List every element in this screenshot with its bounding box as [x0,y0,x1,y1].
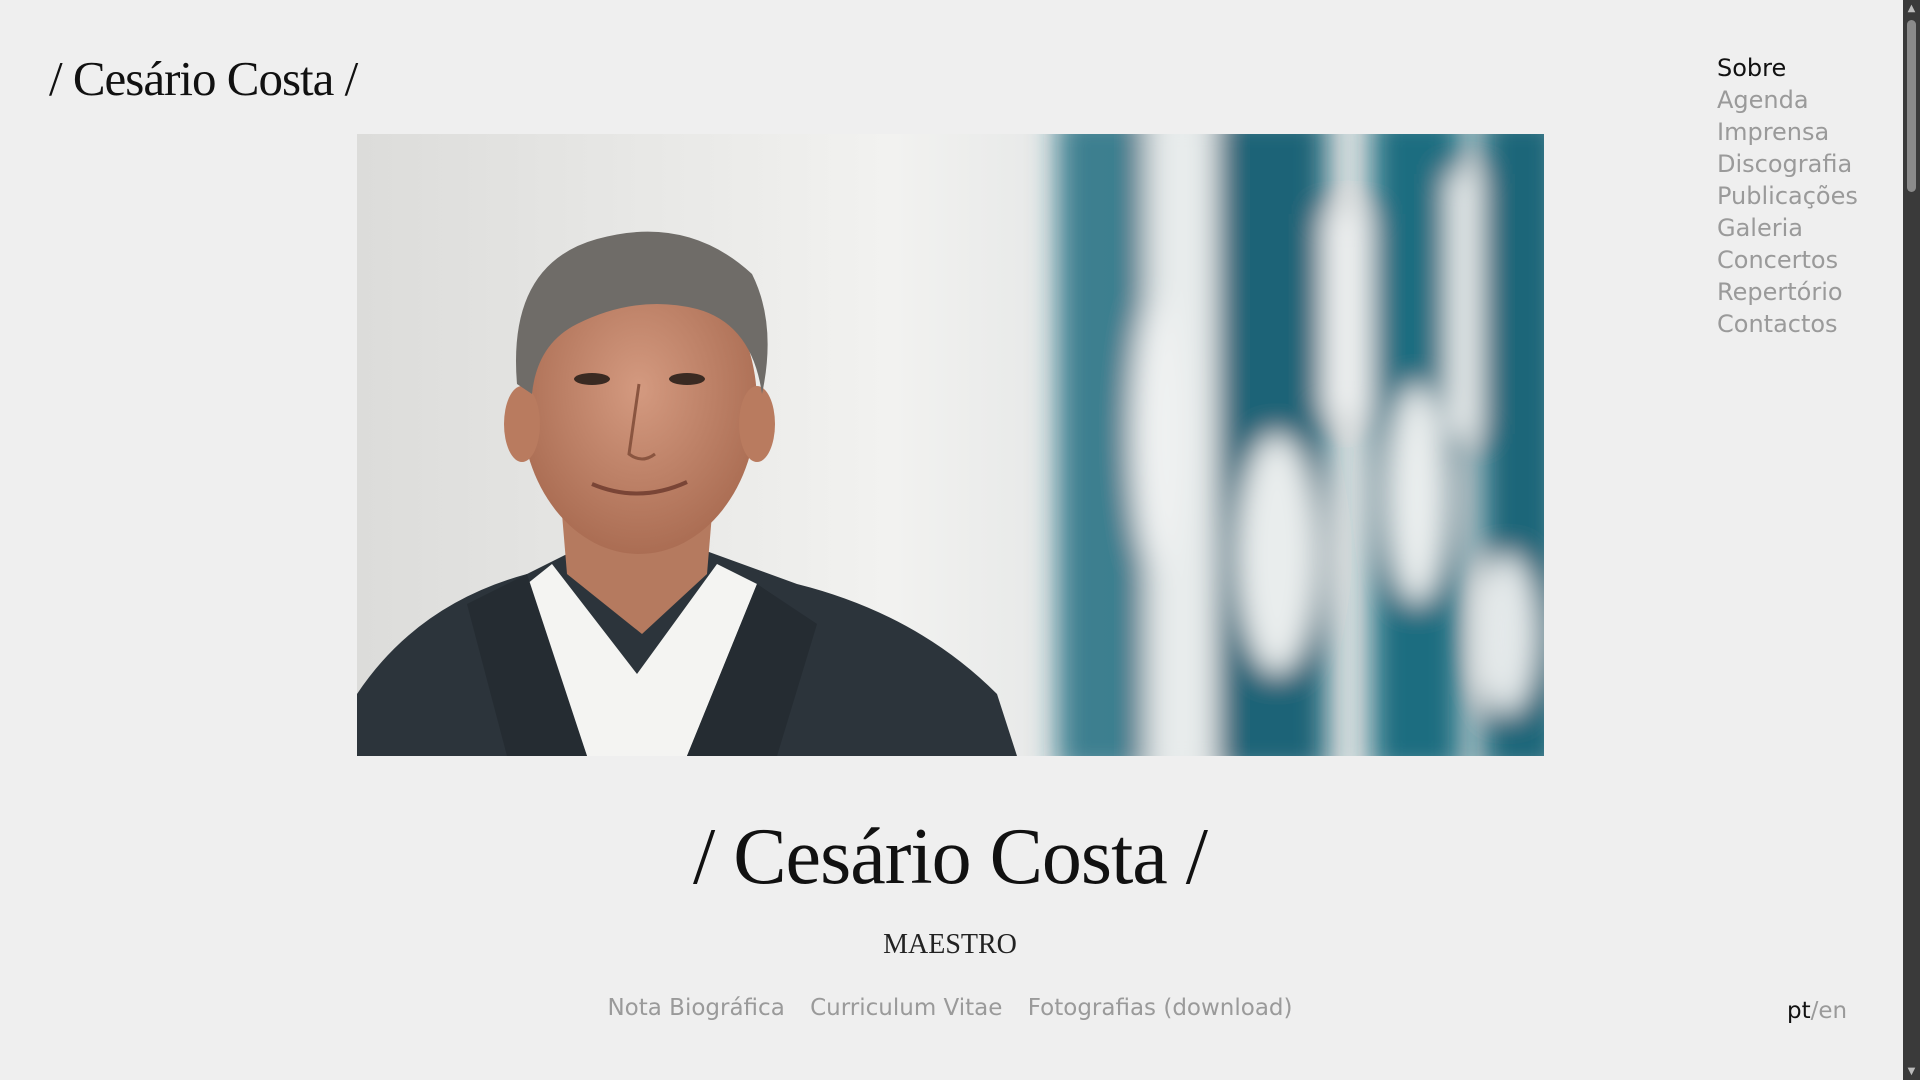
nav-item-sobre[interactable]: Sobre [1717,52,1858,84]
main-nav: Sobre Agenda Imprensa Discografia Public… [1717,52,1858,340]
nav-item-contactos[interactable]: Contactos [1717,308,1858,340]
page-subtitle: MAESTRO [883,929,1017,960]
nav-item-imprensa[interactable]: Imprensa [1717,116,1858,148]
lang-en-link[interactable]: en [1818,998,1847,1024]
scrollbar-thumb[interactable] [1907,20,1916,192]
link-nota-biografica[interactable]: Nota Biográfica [607,995,784,1021]
section-links: Nota Biográfica Curriculum Vitae Fotogra… [0,995,1900,1021]
language-switcher: pt/en [1787,998,1847,1024]
portrait-image [357,134,1544,756]
lang-pt-link[interactable]: pt [1787,998,1811,1024]
link-fotografias-download[interactable]: Fotografias (download) [1028,995,1293,1021]
vertical-scrollbar[interactable]: ▲ ▼ [1903,0,1920,1080]
link-curriculum-vitae[interactable]: Curriculum Vitae [810,995,1002,1021]
nav-item-discografia[interactable]: Discografia [1717,148,1858,180]
triangle-up-icon[interactable]: ▲ [1903,0,1920,17]
page-title: / Cesário Costa / [692,813,1208,901]
nav-item-repertorio[interactable]: Repertório [1717,276,1858,308]
triangle-down-icon[interactable]: ▼ [1903,1063,1920,1080]
nav-item-concertos[interactable]: Concertos [1717,244,1858,276]
site-logo[interactable]: / Cesário Costa / [49,50,358,107]
nav-item-publicacoes[interactable]: Publicações [1717,180,1858,212]
nav-item-agenda[interactable]: Agenda [1717,84,1858,116]
nav-item-galeria[interactable]: Galeria [1717,212,1858,244]
hero-portrait-photo [357,134,1544,756]
